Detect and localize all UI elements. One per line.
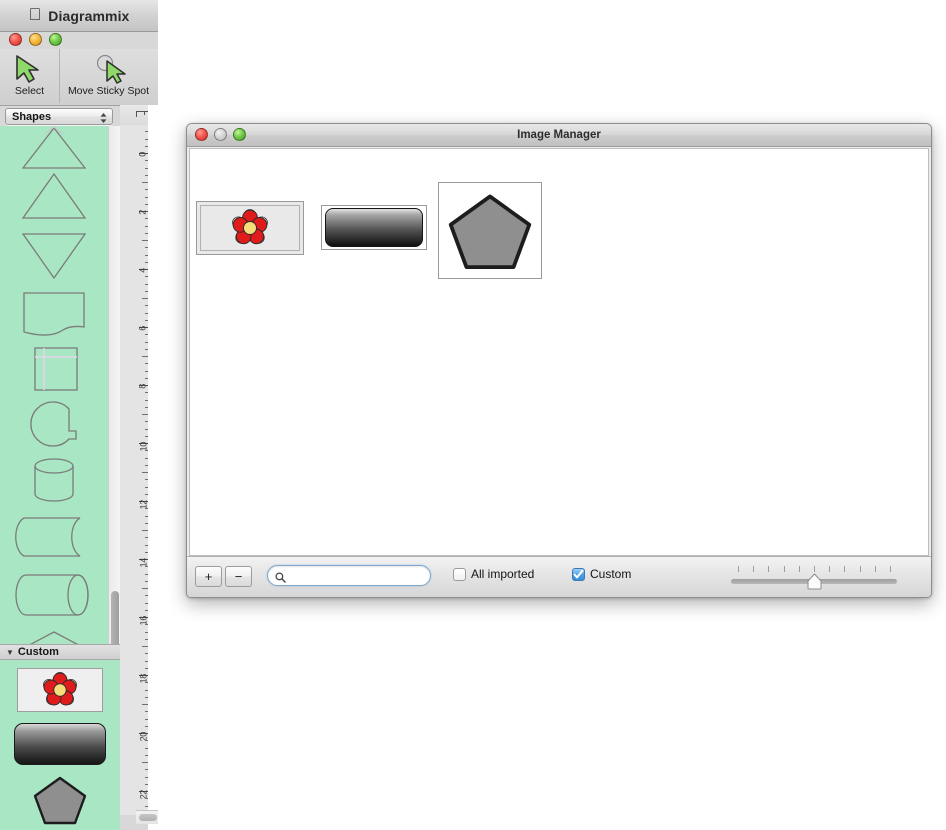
palette-shape-diamond[interactable] (0, 623, 108, 644)
all-imported-label: All imported (471, 567, 535, 581)
slider-tick (859, 566, 861, 572)
custom-checkbox[interactable] (572, 567, 585, 581)
thumbnail-tudor-rose[interactable] (196, 201, 304, 255)
filter-custom[interactable]: Custom (572, 567, 631, 581)
search-input[interactable] (290, 567, 420, 584)
sticky-spot-cursor-icon (88, 52, 130, 85)
thumbnail-size-slider[interactable] (729, 562, 899, 592)
app-title: Diagrammix (41, 7, 129, 24)
slider-tick (798, 566, 800, 572)
palette-shape-internal-storage[interactable] (0, 338, 108, 400)
search-field[interactable] (267, 565, 431, 586)
slider-tick (753, 566, 755, 572)
palette-shape-triangle-down[interactable] (0, 224, 108, 286)
close-button[interactable] (195, 128, 208, 141)
gray-pentagon-icon (448, 194, 532, 269)
tool-select-button[interactable]: Select (0, 49, 60, 103)
slider-tick (783, 566, 785, 572)
diagrammix-window:  Diagrammix Select (0, 0, 158, 830)
image-manager-toolbar: + − All imported Custom (187, 556, 931, 597)
all-imported-checkbox[interactable] (453, 567, 466, 581)
zoom-button[interactable] (233, 128, 246, 141)
app-titlebar:  Diagrammix (0, 0, 158, 32)
zoom-button[interactable] (49, 33, 62, 46)
image-manager-content[interactable] (189, 148, 929, 556)
gray-pentagon-icon (33, 776, 87, 825)
tool-move-sticky-spot-button[interactable]: Move Sticky Spot (60, 49, 157, 103)
minimize-button[interactable] (29, 33, 42, 46)
close-button[interactable] (9, 33, 22, 46)
disclosure-triangle-down-icon[interactable]: ▼ (6, 648, 14, 657)
tudor-rose-icon (43, 672, 77, 706)
slider-tick (844, 566, 846, 572)
custom-section-title: Custom (17, 646, 59, 658)
palette-shape-database-cylinder[interactable] (0, 451, 108, 511)
slider-thumb[interactable] (807, 573, 822, 590)
ruler-label: 4 (138, 268, 148, 273)
slider-tick (874, 566, 876, 572)
horizontal-scrollbar[interactable] (136, 810, 158, 824)
custom-item-pentagon[interactable] (0, 772, 120, 828)
ruler-label: 2 (138, 210, 148, 215)
search-icon (275, 570, 286, 583)
app-window-controls (9, 33, 62, 46)
glossy-black-button-icon (325, 208, 423, 247)
thumbnail-gray-pentagon[interactable] (438, 182, 542, 279)
horizontal-scrollbar-thumb[interactable] (139, 814, 157, 821)
palette-shape-document-wave[interactable] (0, 283, 108, 345)
palette-shape-triangle[interactable] (0, 166, 108, 228)
custom-item-glossy-button[interactable] (0, 720, 120, 768)
tool-select-label: Select (14, 85, 45, 97)
thumbnail-glossy-black-button[interactable] (321, 205, 427, 250)
shape-library-value: Shapes (12, 110, 52, 123)
remove-image-label: − (234, 569, 243, 584)
glossy-black-button-icon (14, 723, 106, 765)
app-toolbar: Select Move Sticky Spot (0, 49, 158, 106)
tool-move-sticky-spot-label: Move Sticky Spot (67, 85, 150, 97)
slider-tick (890, 566, 891, 572)
minimize-button[interactable] (214, 128, 227, 141)
custom-label: Custom (590, 567, 632, 581)
add-image-label: + (204, 569, 213, 584)
apple-icon:  (29, 6, 42, 23)
palette-shape-manual-input[interactable] (0, 394, 108, 458)
slider-tick (829, 566, 831, 572)
vertical-ruler: 0 2 4 6 8 10 12 14 16 18 20 22 (120, 125, 149, 815)
custom-item-tudor-rose[interactable] (0, 666, 120, 714)
image-manager-titlebar[interactable]: Image Manager (187, 124, 931, 147)
palette-shape-tape-horizontal[interactable] (0, 506, 108, 568)
custom-section-header[interactable]: ▼ Custom (0, 644, 120, 660)
shape-palette[interactable] (0, 126, 108, 644)
add-image-button[interactable]: + (195, 566, 222, 587)
tudor-rose-icon (232, 209, 268, 245)
checkmark-icon (573, 569, 584, 578)
shape-library-popup-button[interactable]: Shapes (5, 108, 113, 125)
ruler-label: 8 (138, 384, 148, 389)
canvas-edge (148, 105, 158, 830)
slider-tick (768, 566, 770, 572)
remove-image-button[interactable]: − (225, 566, 252, 587)
arrow-cursor-icon (9, 52, 51, 85)
image-manager-title: Image Manager (517, 129, 601, 141)
filter-all-imported[interactable]: All imported (453, 567, 534, 581)
ruler-label: 0 (138, 152, 148, 157)
slider-tick (814, 566, 815, 572)
updown-arrows-icon (100, 111, 107, 124)
ruler-label: 6 (138, 326, 148, 331)
palette-shape-cylinder-horizontal[interactable] (0, 563, 108, 627)
custom-palette[interactable] (0, 660, 120, 830)
image-manager-window-controls (195, 128, 246, 141)
slider-tick (738, 566, 739, 572)
image-manager-window: Image Manager + − All imported Custom (186, 123, 932, 598)
